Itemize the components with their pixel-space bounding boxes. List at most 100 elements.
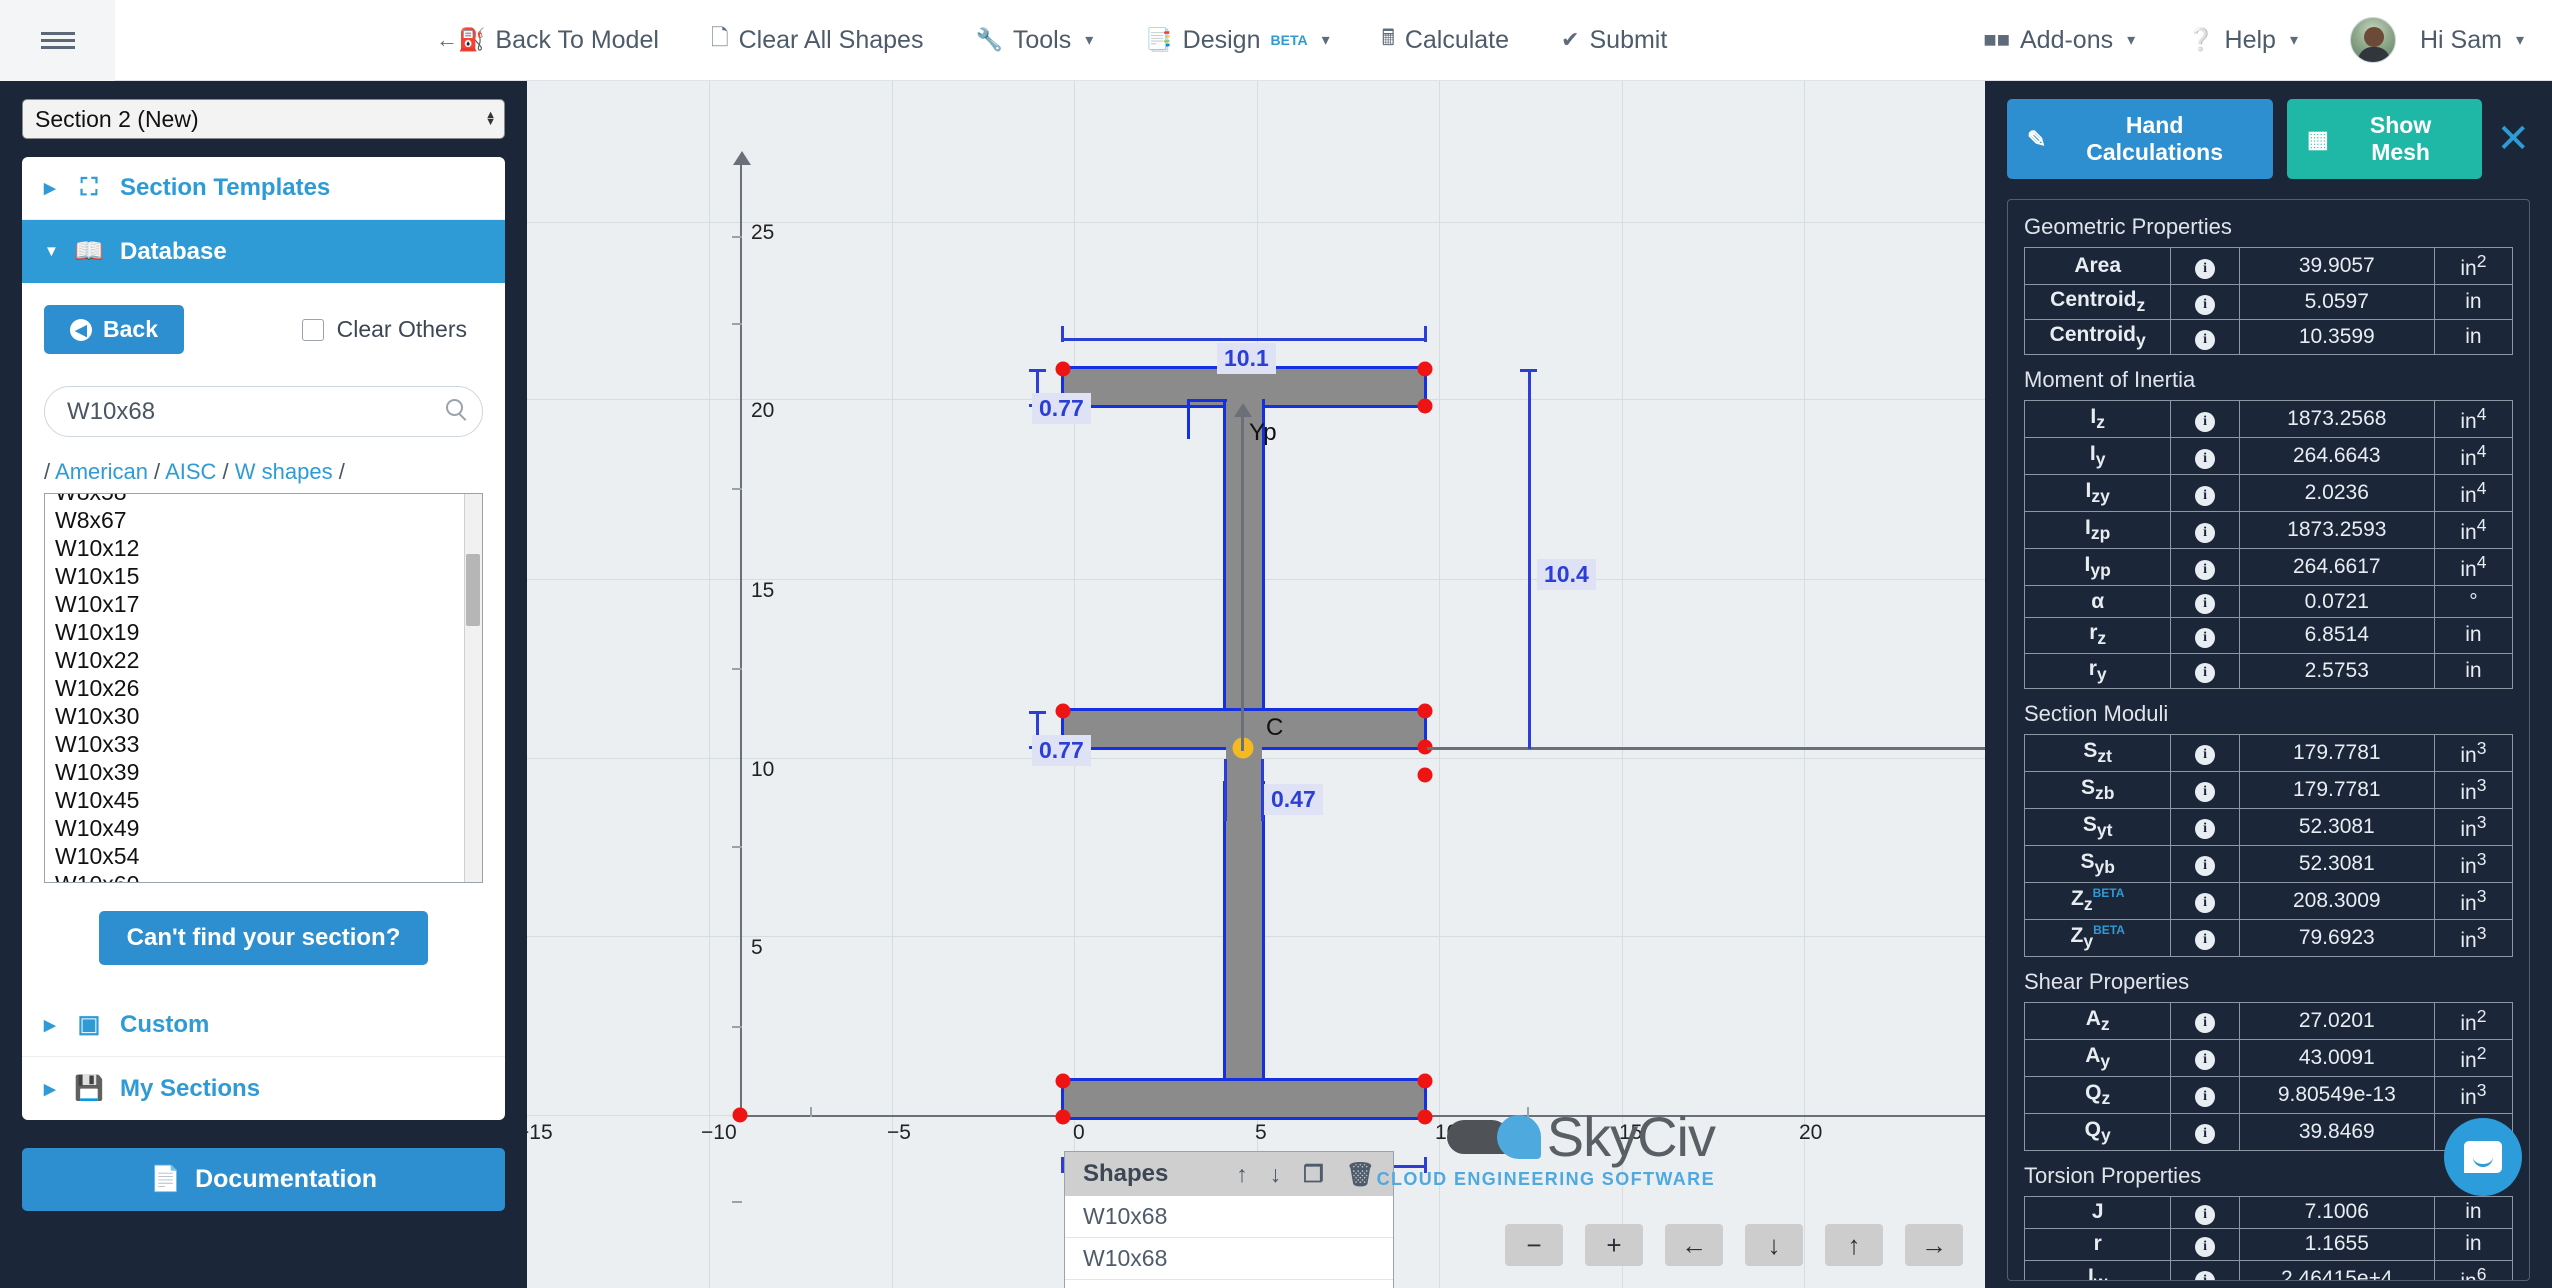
section-list-item[interactable]: W10x22: [45, 646, 482, 674]
node-point[interactable]: [1055, 1109, 1071, 1125]
calculate-button[interactable]: 🖩 Calculate: [1356, 0, 1535, 81]
addons-menu-button[interactable]: ■■ Add-ons ▾: [1957, 0, 2161, 81]
section-list-item[interactable]: W10x15: [45, 562, 482, 590]
clear-others-checkbox[interactable]: Clear Others: [301, 316, 483, 343]
zoom-in-button[interactable]: +: [1585, 1224, 1643, 1266]
section-list-item[interactable]: W10x54: [45, 842, 482, 870]
custom-label: Custom: [120, 1010, 210, 1038]
section-listbox[interactable]: W8x58W8x67W10x12W10x15W10x17W10x19W10x22…: [44, 493, 483, 883]
user-menu-button[interactable]: Hi Sam ▾: [2324, 0, 2524, 81]
sidebar-item-database[interactable]: ▼ 📖 Database: [22, 220, 505, 283]
tools-menu-button[interactable]: 🔧 Tools ▾: [949, 0, 1119, 81]
intercom-chat-button[interactable]: [2444, 1118, 2522, 1196]
hamburger-menu-button[interactable]: [0, 0, 115, 81]
pan-down-button[interactable]: ↓: [1745, 1224, 1803, 1266]
back-button[interactable]: ◀ Back: [44, 305, 184, 354]
info-icon[interactable]: i: [2170, 1112, 2240, 1151]
node-point[interactable]: [1055, 361, 1071, 377]
section-list-item[interactable]: W10x49: [45, 814, 482, 842]
info-icon[interactable]: i: [2170, 548, 2240, 587]
info-icon[interactable]: i: [2170, 247, 2240, 285]
documentation-button[interactable]: 📄 Documentation: [22, 1148, 505, 1211]
wrench-icon: 🔧: [975, 27, 1003, 52]
node-point[interactable]: [1417, 1073, 1433, 1089]
canvas-zoom-controls: − + ← ↓ ↑ →: [1505, 1224, 1963, 1266]
lower-web[interactable]: [1226, 747, 1262, 1107]
section-list-item[interactable]: W8x58: [45, 494, 482, 506]
section-list-item[interactable]: W10x19: [45, 618, 482, 646]
node-point[interactable]: [1417, 767, 1433, 783]
node-point[interactable]: [1055, 1073, 1071, 1089]
info-icon[interactable]: i: [2170, 733, 2240, 772]
info-icon[interactable]: i: [2170, 1259, 2240, 1280]
info-icon[interactable]: i: [2170, 617, 2240, 654]
pan-up-button[interactable]: ↑: [1825, 1224, 1883, 1266]
listbox-scrollbar[interactable]: [464, 494, 482, 882]
section-list-item[interactable]: W10x33: [45, 730, 482, 758]
node-point[interactable]: [1417, 361, 1433, 377]
design-menu-button[interactable]: 📑 Design BETA ▾: [1119, 0, 1355, 81]
node-point[interactable]: [1417, 703, 1433, 719]
info-icon[interactable]: i: [2170, 652, 2240, 689]
results-panel-header: ✎ Hand Calculations ▦ Show Mesh ✕: [2007, 99, 2530, 179]
sidebar-item-my-sections[interactable]: ▶ 💾 My Sections: [22, 1057, 505, 1120]
info-icon[interactable]: i: [2170, 1001, 2240, 1040]
help-menu-button[interactable]: ❔ Help ▾: [2161, 0, 2324, 81]
scrollbar-thumb[interactable]: [466, 554, 480, 626]
duplicate-icon[interactable]: ❐: [1303, 1161, 1324, 1188]
info-icon[interactable]: i: [2170, 1195, 2240, 1229]
breadcrumb-aisc[interactable]: AISC: [165, 459, 216, 484]
info-icon[interactable]: i: [2170, 881, 2240, 920]
pan-left-button[interactable]: ←: [1665, 1224, 1723, 1266]
info-icon[interactable]: i: [2170, 1038, 2240, 1077]
breadcrumb-w-shapes[interactable]: W shapes: [235, 459, 333, 484]
submit-button[interactable]: ✔ Submit: [1535, 0, 1693, 81]
info-icon[interactable]: i: [2170, 474, 2240, 513]
info-icon[interactable]: i: [2170, 918, 2240, 957]
node-point[interactable]: [1055, 703, 1071, 719]
move-down-icon[interactable]: ↓: [1270, 1161, 1282, 1188]
info-icon[interactable]: i: [2170, 844, 2240, 883]
search-input[interactable]: [44, 386, 483, 437]
info-icon[interactable]: i: [2170, 437, 2240, 476]
info-icon[interactable]: i: [2170, 511, 2240, 550]
move-up-icon[interactable]: ↑: [1236, 1161, 1248, 1188]
hand-calculations-button[interactable]: ✎ Hand Calculations: [2007, 99, 2273, 179]
close-icon[interactable]: ✕: [2496, 119, 2530, 159]
section-list-item[interactable]: W10x17: [45, 590, 482, 618]
clear-all-shapes-button[interactable]: 🗋 Clear All Shapes: [685, 0, 950, 81]
section-select[interactable]: Section 2 (New) ▲ ▼: [22, 99, 505, 139]
info-icon[interactable]: i: [2170, 1075, 2240, 1114]
sidebar-item-section-templates[interactable]: ▶ ⛶ Section Templates: [22, 157, 505, 220]
info-icon[interactable]: i: [2170, 283, 2240, 321]
section-canvas[interactable]: 25 20 15 10 5 −5 −15 −10 −5 0 5 10 15 20…: [527, 81, 1985, 1288]
section-list-item[interactable]: W8x67: [45, 506, 482, 534]
section-list-item[interactable]: W10x60: [45, 870, 482, 882]
info-icon[interactable]: i: [2170, 400, 2240, 439]
section-list-item[interactable]: W10x30: [45, 702, 482, 730]
left-sidebar: Section 2 (New) ▲ ▼ ▶ ⛶ Section Templates…: [0, 81, 527, 1288]
info-icon[interactable]: i: [2170, 770, 2240, 809]
show-mesh-button[interactable]: ▦ Show Mesh: [2286, 99, 2483, 179]
shape-list-item[interactable]: W10x68: [1065, 1196, 1393, 1238]
info-icon[interactable]: i: [2170, 585, 2240, 619]
pan-right-button[interactable]: →: [1905, 1224, 1963, 1266]
back-to-model-button[interactable]: ←⛽ Back To Model: [410, 0, 685, 81]
section-list-item[interactable]: W10x12: [45, 534, 482, 562]
info-icon[interactable]: i: [2170, 807, 2240, 846]
sidebar-item-custom[interactable]: ▶ ▣ Custom: [22, 993, 505, 1057]
shape-list-item[interactable]: W10x68: [1065, 1238, 1393, 1280]
info-icon[interactable]: i: [2170, 1227, 2240, 1261]
delete-icon[interactable]: 🗑: [1346, 1161, 1375, 1188]
property-unit: in3: [2433, 1075, 2514, 1114]
cant-find-section-button[interactable]: Can't find your section?: [98, 911, 429, 965]
breadcrumb-american[interactable]: American: [55, 459, 148, 484]
node-point[interactable]: [1417, 398, 1433, 414]
section-list-item[interactable]: W10x39: [45, 758, 482, 786]
section-list-item[interactable]: W10x26: [45, 674, 482, 702]
zoom-out-button[interactable]: −: [1505, 1224, 1563, 1266]
info-icon[interactable]: i: [2170, 319, 2240, 356]
section-list-item[interactable]: W10x45: [45, 786, 482, 814]
property-value: 2.5753: [2238, 652, 2435, 689]
node-point[interactable]: [732, 1107, 748, 1123]
